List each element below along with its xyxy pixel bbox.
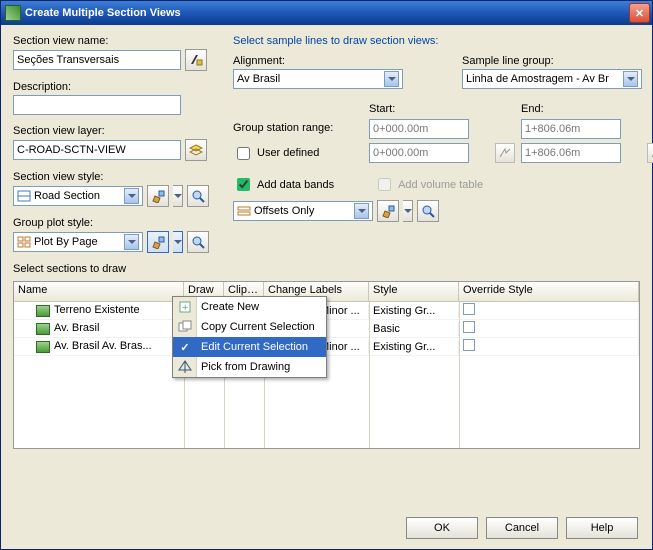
chevron-down-icon bbox=[384, 71, 399, 87]
section-view-name-input[interactable] bbox=[13, 50, 181, 70]
surface-icon bbox=[36, 341, 50, 353]
app-icon bbox=[5, 5, 21, 21]
alignment-combo[interactable]: Av Brasil bbox=[233, 69, 403, 89]
layer-picker-button[interactable] bbox=[185, 139, 207, 161]
layer-input[interactable] bbox=[13, 140, 181, 160]
end-readonly bbox=[521, 119, 621, 139]
svg-text:+: + bbox=[182, 302, 188, 314]
surface-icon bbox=[36, 323, 50, 335]
menu-label: Pick from Drawing bbox=[201, 361, 290, 373]
col-style[interactable]: Style bbox=[369, 282, 459, 301]
bands-combo[interactable]: Offsets Only bbox=[233, 201, 373, 221]
group-plot-text: Plot By Page bbox=[34, 236, 122, 248]
row-name: Av. Brasil Av. Bras... bbox=[54, 340, 152, 352]
add-bands-checkbox[interactable] bbox=[237, 178, 250, 191]
pick-end-button bbox=[647, 143, 653, 163]
style-label: Section view style: bbox=[13, 171, 209, 183]
alignment-text: Av Brasil bbox=[237, 73, 382, 85]
dialog-buttons: OK Cancel Help bbox=[406, 517, 638, 539]
pick-start-button bbox=[495, 143, 515, 163]
sample-group-label: Sample line group: bbox=[462, 55, 653, 67]
group-plot-preview-button[interactable] bbox=[187, 231, 209, 253]
cancel-button[interactable]: Cancel bbox=[486, 517, 558, 539]
style-combo[interactable]: Road Section bbox=[13, 186, 143, 206]
override-checkbox[interactable] bbox=[463, 321, 475, 333]
alignment-label: Alignment: bbox=[233, 55, 438, 67]
group-plot-edit-dropdown[interactable] bbox=[173, 231, 183, 253]
add-volume-checkbox bbox=[378, 178, 391, 191]
menu-icon: ✓ bbox=[177, 339, 193, 355]
menu-item[interactable]: Copy Current Selection bbox=[173, 317, 326, 337]
menu-label: Create New bbox=[201, 301, 259, 313]
group-plot-combo[interactable]: Plot By Page bbox=[13, 232, 143, 252]
override-checkbox[interactable] bbox=[463, 303, 475, 315]
menu-icon: + bbox=[177, 299, 193, 315]
row-override[interactable] bbox=[459, 320, 639, 337]
surface-icon bbox=[36, 305, 50, 317]
row-style[interactable]: Existing Gr... bbox=[369, 340, 459, 354]
sample-lines-heading: Select sample lines to draw section view… bbox=[233, 35, 653, 47]
bands-edit-dropdown[interactable] bbox=[403, 200, 413, 222]
bands-text: Offsets Only bbox=[254, 205, 352, 217]
row-style[interactable]: Existing Gr... bbox=[369, 304, 459, 318]
menu-item[interactable]: ✓ Edit Current Selection bbox=[173, 337, 326, 357]
left-pane: Section view name: Description: Section … bbox=[13, 35, 209, 277]
style-edit-button[interactable] bbox=[147, 185, 169, 207]
menu-item[interactable]: Pick from Drawing bbox=[173, 357, 326, 377]
group-plot-edit-button[interactable] bbox=[147, 231, 169, 253]
ud-end-input bbox=[521, 143, 621, 163]
row-style[interactable]: Basic bbox=[369, 322, 459, 336]
end-label: End: bbox=[521, 103, 641, 115]
start-readonly bbox=[369, 119, 469, 139]
style-text: Road Section bbox=[34, 190, 122, 202]
help-button[interactable]: Help bbox=[566, 517, 638, 539]
group-plot-label: Group plot style: bbox=[13, 217, 209, 229]
user-defined-checkbox[interactable] bbox=[237, 147, 250, 160]
layer-label: Section view layer: bbox=[13, 125, 209, 137]
section-view-name-label: Section view name: bbox=[13, 35, 209, 47]
description-label: Description: bbox=[13, 81, 209, 93]
row-override[interactable] bbox=[459, 338, 639, 355]
description-input[interactable] bbox=[13, 95, 181, 115]
chevron-down-icon bbox=[354, 203, 369, 219]
ok-button[interactable]: OK bbox=[406, 517, 478, 539]
dialog-window: Create Multiple Section Views ✕ Section … bbox=[0, 0, 653, 550]
style-preview-button[interactable] bbox=[187, 185, 209, 207]
right-pane: Select sample lines to draw section view… bbox=[233, 35, 653, 277]
ud-start-input bbox=[369, 143, 469, 163]
col-name[interactable]: Name bbox=[14, 282, 184, 301]
menu-item[interactable]: + Create New bbox=[173, 297, 326, 317]
chevron-down-icon bbox=[623, 71, 638, 87]
sample-group-combo[interactable]: Linha de Amostragem - Av Br bbox=[462, 69, 642, 89]
row-override[interactable] bbox=[459, 302, 639, 319]
select-sections-label: Select sections to draw bbox=[13, 263, 209, 275]
chevron-down-icon bbox=[124, 234, 139, 250]
bands-preview-button[interactable] bbox=[417, 200, 439, 222]
user-defined-label: User defined bbox=[257, 147, 319, 159]
add-volume-label: Add volume table bbox=[398, 179, 483, 191]
menu-icon bbox=[177, 359, 193, 375]
add-bands-label: Add data bands bbox=[257, 179, 334, 191]
title-text: Create Multiple Section Views bbox=[25, 7, 181, 19]
start-label: Start: bbox=[369, 103, 489, 115]
row-name: Terreno Existente bbox=[54, 304, 140, 316]
close-button[interactable]: ✕ bbox=[629, 3, 650, 23]
override-checkbox[interactable] bbox=[463, 339, 475, 351]
bands-edit-button[interactable] bbox=[377, 200, 399, 222]
menu-icon bbox=[177, 319, 193, 335]
col-override[interactable]: Override Style bbox=[459, 282, 639, 301]
station-range-label: Group station range: bbox=[233, 122, 363, 134]
row-name: Av. Brasil bbox=[54, 322, 99, 334]
menu-label: Copy Current Selection bbox=[201, 321, 315, 333]
menu-label: Edit Current Selection bbox=[201, 341, 308, 353]
titlebar[interactable]: Create Multiple Section Views ✕ bbox=[1, 1, 652, 25]
name-template-button[interactable] bbox=[185, 49, 207, 71]
style-edit-dropdown[interactable] bbox=[173, 185, 183, 207]
chevron-down-icon bbox=[124, 188, 139, 204]
style-context-menu[interactable]: + Create New Copy Current Selection ✓ Edit C… bbox=[172, 296, 327, 378]
sample-group-text: Linha de Amostragem - Av Br bbox=[466, 73, 621, 85]
